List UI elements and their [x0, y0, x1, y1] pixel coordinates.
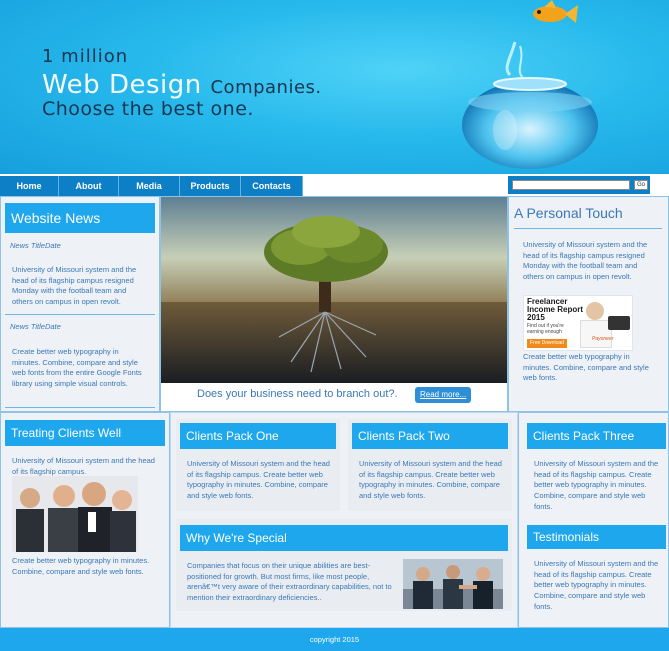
news-text-1: University of Missouri system and the he…: [12, 265, 137, 307]
personal-touch-title: A Personal Touch: [514, 205, 623, 221]
hero-panel: Does your business need to branch out?. …: [160, 196, 508, 412]
copyright-text: copyright 2015: [309, 635, 360, 644]
read-more-button[interactable]: Read more...: [415, 387, 472, 403]
news-date-2[interactable]: News TitleDate: [10, 322, 61, 331]
pack-one-text: University of Missouri system and the he…: [187, 459, 330, 501]
treating-clients-title: Treating Clients Well: [5, 420, 165, 446]
search-go-button[interactable]: Go: [634, 180, 648, 190]
header-banner: 1 million Web Design Companies. Choose t…: [0, 0, 669, 174]
hero-caption: Does your business need to branch out?.: [197, 388, 398, 400]
nav-about[interactable]: About: [59, 176, 119, 196]
pack-two-text: University of Missouri system and the he…: [359, 459, 502, 501]
news-divider: [5, 314, 155, 315]
nav-products[interactable]: Products: [180, 176, 241, 196]
personal-touch-text-1: University of Missouri system and the he…: [523, 240, 648, 282]
pack-three-title: Clients Pack Three: [527, 423, 666, 449]
personal-touch-underline: [514, 228, 662, 229]
personal-touch-panel: A Personal Touch University of Missouri …: [508, 196, 669, 412]
treating-clients-text-2: Create better web typography in minutes.…: [12, 556, 150, 576]
special-title: Why We're Special: [180, 525, 508, 551]
news-text-2: Create better web typography in minutes.…: [12, 347, 142, 389]
pack-one-title: Clients Pack One: [180, 423, 336, 449]
ad-brand: Payoneer: [592, 336, 614, 342]
search-input[interactable]: [512, 180, 630, 190]
happy-team-photo: [12, 476, 138, 552]
pack-three-text: University of Missouri system and the he…: [534, 459, 659, 511]
fishbowl-icon: [462, 41, 598, 169]
treating-clients-panel: Treating Clients Well University of Miss…: [0, 412, 170, 628]
special-card: Why We're Special Companies that focus o…: [176, 519, 512, 611]
nav-contacts[interactable]: Contacts: [241, 176, 303, 196]
freelancer-ad-banner[interactable]: Freelancer Income Report 2015 Find out i…: [523, 295, 633, 351]
center-packs-panel: Clients Pack One University of Missouri …: [170, 412, 518, 628]
news-divider-bottom: [5, 407, 155, 408]
search-bar: Go: [508, 176, 650, 194]
header-line-2: Web Design Companies.: [42, 70, 322, 100]
header-line-1: 1 million: [42, 46, 129, 67]
pack-two-title: Clients Pack Two: [352, 423, 508, 449]
pack-two-card: Clients Pack Two University of Missouri …: [348, 419, 512, 511]
ad-subtitle: Find out if you're earning enough: [527, 323, 564, 335]
header-companies: Companies.: [210, 77, 322, 98]
testimonials-text: University of Missouri system and the he…: [534, 559, 659, 611]
handshake-photo: [403, 559, 503, 609]
goldfish-icon: [533, 0, 578, 23]
laptop-icon: [608, 316, 630, 330]
treating-clients-text-1: University of Missouri system and the he…: [12, 456, 155, 476]
tree-image: [161, 197, 507, 383]
nav-bar: Home About Media Products Contacts: [0, 176, 303, 196]
personal-touch-text-2: Create better web typography in minutes.…: [523, 352, 649, 383]
special-text: Companies that focus on their unique abi…: [187, 561, 392, 603]
nav-home[interactable]: Home: [0, 176, 59, 196]
news-date-1[interactable]: News TitleDate: [10, 241, 61, 250]
footer: copyright 2015: [0, 628, 669, 651]
nav-media[interactable]: Media: [119, 176, 180, 196]
pack-one-card: Clients Pack One University of Missouri …: [176, 419, 340, 511]
website-news-panel: Website News News TitleDate University o…: [0, 196, 160, 412]
right-column-panel: Clients Pack Three University of Missour…: [518, 412, 669, 628]
ad-person-head: [586, 302, 604, 320]
website-news-title: Website News: [5, 203, 155, 233]
testimonials-title: Testimonials: [527, 525, 666, 549]
ad-download-button[interactable]: Free Download: [527, 339, 567, 348]
header-web-design: Web Design: [42, 70, 202, 100]
header-line-3: Choose the best one.: [42, 98, 254, 120]
page: 1 million Web Design Companies. Choose t…: [0, 0, 669, 651]
ad-title-3: 2015: [527, 313, 545, 322]
